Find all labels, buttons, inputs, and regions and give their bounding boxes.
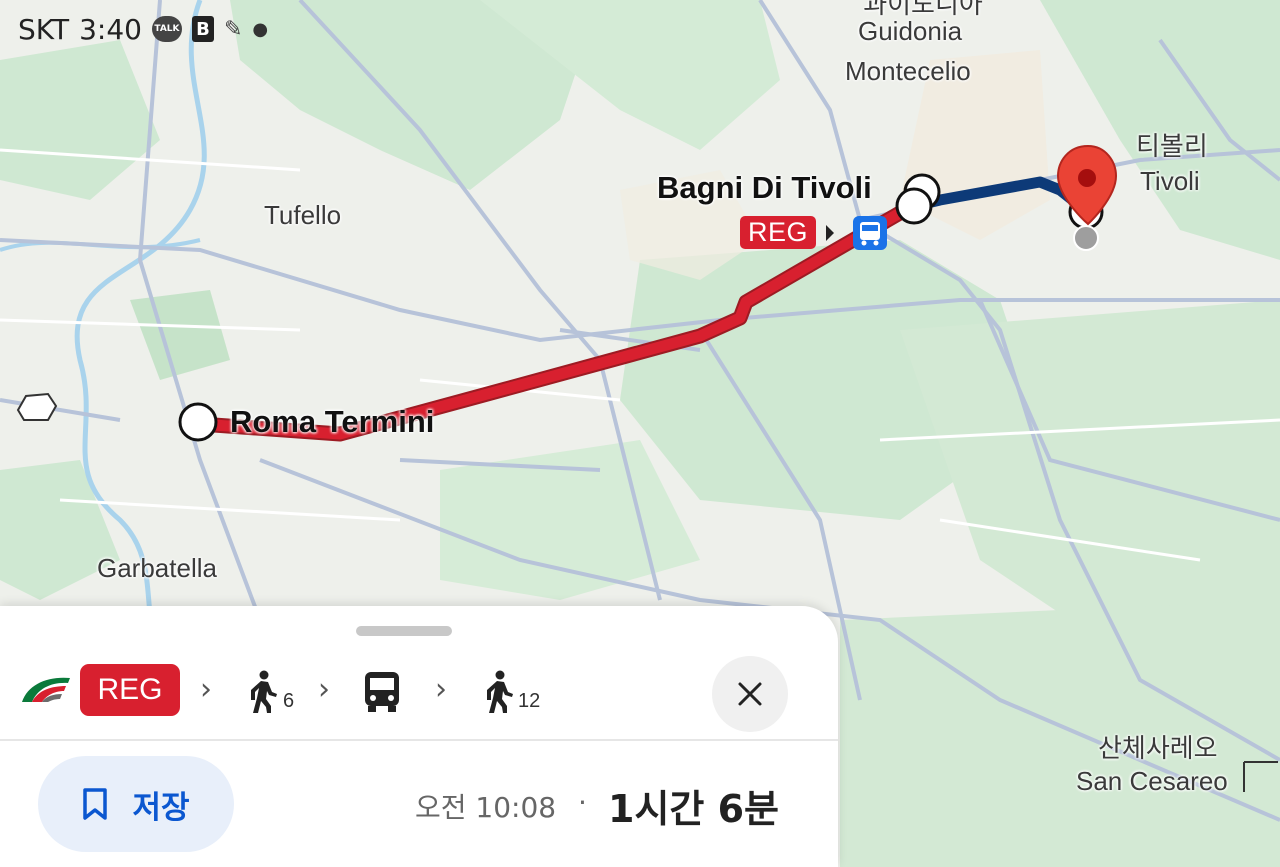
bus-station-icon[interactable] bbox=[853, 216, 887, 250]
origin-stop-marker[interactable] bbox=[178, 402, 218, 442]
label-montecelio: Montecelio bbox=[845, 56, 971, 86]
label-tufello: Tufello bbox=[264, 200, 342, 230]
status-bar: SKT 3:40 TALK B ✎ ● bbox=[18, 10, 268, 48]
talk-icon: TALK bbox=[151, 16, 182, 42]
walk-icon bbox=[487, 670, 513, 713]
bagni-stop-marker[interactable] bbox=[895, 187, 933, 225]
label-bagni-di-tivoli[interactable]: Bagni Di Tivoli bbox=[657, 170, 872, 206]
b-app-icon: B bbox=[191, 16, 214, 42]
label-guidonia: Guidonia bbox=[858, 16, 963, 46]
route-bottom-sheet[interactable]: REG › 6 › › 12 저장 오전 10:08 · 1시간 6분 bbox=[0, 606, 838, 867]
pen-icon: ✎ bbox=[223, 16, 243, 42]
save-button[interactable]: 저장 bbox=[38, 756, 234, 852]
chevron-right-icon: › bbox=[200, 672, 212, 707]
carrier-label: SKT bbox=[18, 12, 70, 46]
label-garbatella: Garbatella bbox=[97, 553, 217, 583]
separator-dot: · bbox=[578, 786, 587, 819]
clock: 3:40 bbox=[79, 12, 142, 46]
walk2-minutes: 12 bbox=[518, 690, 541, 712]
current-location-dot bbox=[1073, 225, 1099, 251]
chevron-right-icon: › bbox=[435, 672, 447, 707]
close-icon bbox=[738, 682, 762, 706]
departure-time: 오전 10:08 bbox=[415, 791, 557, 824]
bookmark-icon bbox=[83, 788, 108, 820]
label-tivoli: Tivoli bbox=[1140, 166, 1200, 196]
save-label: 저장 bbox=[132, 789, 190, 826]
trenitalia-icon bbox=[22, 677, 70, 702]
notification-dot-icon: ● bbox=[252, 18, 269, 40]
reg-train-badge: REG bbox=[80, 664, 180, 716]
walk-icon bbox=[251, 670, 277, 713]
close-button[interactable] bbox=[712, 656, 788, 732]
map-reg-tag: REG bbox=[740, 216, 817, 249]
label-san-cesareo-ko: 산체사레오 bbox=[1098, 733, 1218, 763]
label-san-cesareo: San Cesareo bbox=[1076, 766, 1228, 796]
bus-icon bbox=[365, 672, 399, 712]
sheet-drag-handle[interactable] bbox=[356, 626, 452, 636]
trip-duration: 1시간 6분 bbox=[608, 787, 779, 831]
sheet-divider bbox=[0, 739, 838, 741]
label-roma-termini[interactable]: Roma Termini bbox=[230, 404, 434, 440]
chevron-right-icon: › bbox=[318, 672, 330, 707]
label-tivoli-ko: 티볼리 bbox=[1136, 131, 1208, 161]
walk1-minutes: 6 bbox=[283, 690, 295, 712]
